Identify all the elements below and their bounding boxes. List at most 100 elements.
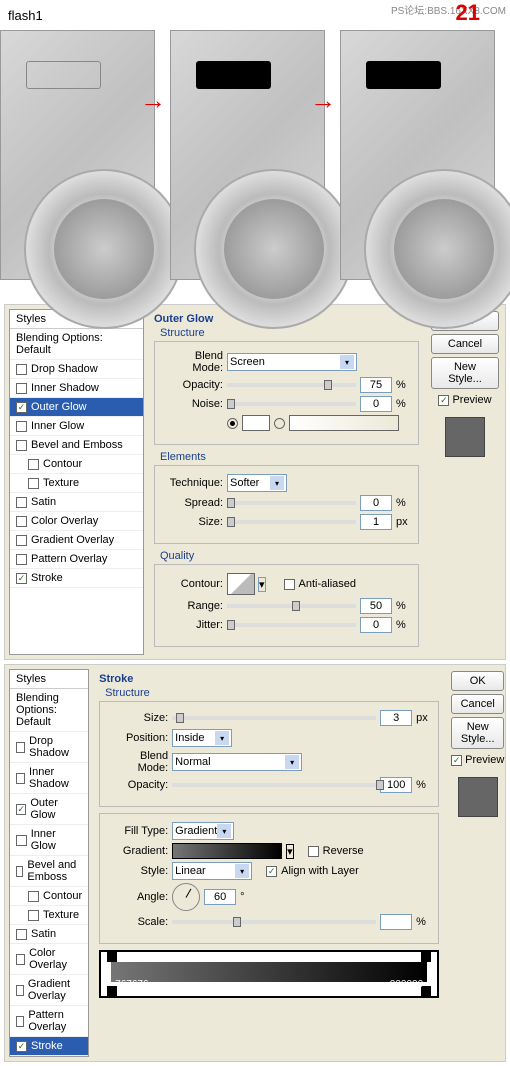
styles-header[interactable]: Styles [10,670,88,689]
style-checkbox[interactable] [16,535,27,546]
glow-color-swatch[interactable] [242,415,270,431]
new-style-button[interactable]: New Style... [431,357,499,389]
opacity-input[interactable]: 100 [380,777,412,793]
range-input[interactable]: 50 [360,598,392,614]
glow-gradient-picker[interactable] [289,415,399,431]
preview-checkbox[interactable] [438,395,449,406]
style-checkbox[interactable] [16,835,27,846]
ok-button[interactable]: OK [451,671,504,691]
style-item-inner-glow[interactable]: Inner Glow [10,417,143,436]
opacity-slider[interactable] [172,783,376,787]
style-checkbox[interactable] [16,516,27,527]
size-slider[interactable] [227,520,356,524]
blending-options-default[interactable]: Blending Options: Default [10,329,143,360]
angle-dial[interactable] [172,883,200,911]
noise-slider[interactable] [227,402,356,406]
style-checkbox[interactable] [16,364,27,375]
style-checkbox[interactable] [28,910,39,921]
style-item-bevel-and-emboss[interactable]: Bevel and Emboss [10,856,88,887]
style-checkbox[interactable] [16,440,27,451]
style-checkbox[interactable] [16,866,23,877]
style-item-texture[interactable]: Texture [10,906,88,925]
chevron-down-icon[interactable]: ▾ [258,577,266,592]
spread-slider[interactable] [227,501,356,505]
style-item-drop-shadow[interactable]: Drop Shadow [10,732,88,763]
style-checkbox[interactable] [16,1041,27,1052]
technique-select[interactable]: Softer▾ [227,474,287,492]
cancel-button[interactable]: Cancel [451,694,504,714]
style-checkbox[interactable] [16,497,27,508]
style-item-inner-shadow[interactable]: Inner Shadow [10,763,88,794]
style-item-outer-glow[interactable]: Outer Glow [10,398,143,417]
opacity-stop-icon[interactable] [421,950,431,962]
style-item-contour[interactable]: Contour [10,887,88,906]
style-item-stroke[interactable]: Stroke [10,1037,88,1056]
jitter-slider[interactable] [227,623,356,627]
align-with-layer-checkbox[interactable] [266,866,277,877]
contour-picker[interactable] [227,573,255,595]
style-item-gradient-overlay[interactable]: Gradient Overlay [10,975,88,1006]
position-select[interactable]: Inside▾ [172,729,232,747]
gradient-strip[interactable] [111,962,427,982]
scale-input[interactable] [380,914,412,930]
style-checkbox[interactable] [28,459,39,470]
style-item-drop-shadow[interactable]: Drop Shadow [10,360,143,379]
size-input[interactable]: 1 [360,514,392,530]
style-checkbox[interactable] [16,804,26,815]
style-checkbox[interactable] [16,402,27,413]
outer-glow-options: Outer Glow Structure Blend Mode: Screen▾… [148,309,425,655]
style-item-stroke[interactable]: Stroke [10,569,143,588]
chevron-down-icon[interactable]: ▾ [286,844,294,859]
style-checkbox[interactable] [16,421,27,432]
blend-mode-select[interactable]: Screen▾ [227,353,357,371]
style-checkbox[interactable] [16,383,27,394]
anti-aliased-checkbox[interactable] [284,579,295,590]
style-item-texture[interactable]: Texture [10,474,143,493]
opacity-slider[interactable] [227,383,356,387]
style-checkbox[interactable] [16,985,24,996]
opacity-stop-icon[interactable] [107,950,117,962]
style-item-pattern-overlay[interactable]: Pattern Overlay [10,550,143,569]
solid-color-radio[interactable] [227,418,238,429]
style-item-inner-glow[interactable]: Inner Glow [10,825,88,856]
style-item-bevel-and-emboss[interactable]: Bevel and Emboss [10,436,143,455]
noise-input[interactable]: 0 [360,396,392,412]
style-item-color-overlay[interactable]: Color Overlay [10,944,88,975]
blend-mode-select[interactable]: Normal▾ [172,753,302,771]
style-item-color-overlay[interactable]: Color Overlay [10,512,143,531]
style-item-satin[interactable]: Satin [10,925,88,944]
style-item-outer-glow[interactable]: Outer Glow [10,794,88,825]
gradient-radio[interactable] [274,418,285,429]
style-checkbox[interactable] [16,742,25,753]
size-input[interactable]: 3 [380,710,412,726]
opacity-input[interactable]: 75 [360,377,392,393]
angle-input[interactable]: 60 [204,889,236,905]
size-slider[interactable] [172,716,376,720]
gradient-editor[interactable]: 767676 000000 [99,950,439,998]
style-item-inner-shadow[interactable]: Inner Shadow [10,379,143,398]
style-item-gradient-overlay[interactable]: Gradient Overlay [10,531,143,550]
reverse-checkbox[interactable] [308,846,319,857]
style-checkbox[interactable] [28,478,39,489]
blending-options-default[interactable]: Blending Options: Default [10,689,88,732]
style-item-contour[interactable]: Contour [10,455,143,474]
scale-slider[interactable] [172,920,376,924]
style-item-pattern-overlay[interactable]: Pattern Overlay [10,1006,88,1037]
style-checkbox[interactable] [28,891,39,902]
spread-input[interactable]: 0 [360,495,392,511]
range-slider[interactable] [227,604,356,608]
gradient-picker[interactable] [172,843,282,859]
fill-type-select[interactable]: Gradient▾ [172,822,234,840]
style-checkbox[interactable] [16,773,25,784]
style-checkbox[interactable] [16,1016,24,1027]
style-checkbox[interactable] [16,573,27,584]
style-checkbox[interactable] [16,954,25,965]
style-item-satin[interactable]: Satin [10,493,143,512]
style-checkbox[interactable] [16,929,27,940]
cancel-button[interactable]: Cancel [431,334,499,354]
new-style-button[interactable]: New Style... [451,717,504,749]
gradient-style-select[interactable]: Linear▾ [172,862,252,880]
preview-checkbox[interactable] [451,755,462,766]
jitter-input[interactable]: 0 [360,617,392,633]
style-checkbox[interactable] [16,554,27,565]
